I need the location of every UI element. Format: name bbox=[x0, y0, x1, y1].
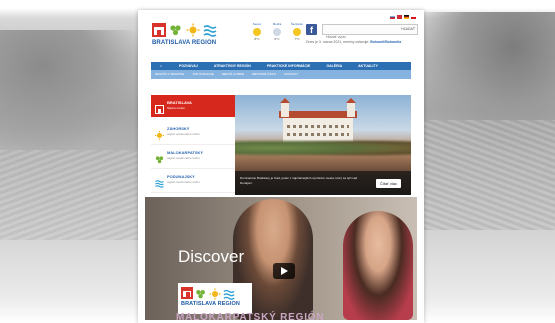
sun-icon bbox=[209, 287, 221, 300]
background-vineyard-left bbox=[0, 150, 145, 240]
castle-icon bbox=[152, 23, 166, 37]
weather-temp: 8°C bbox=[274, 37, 280, 41]
nav-item-aktuality[interactable]: AKTUALITY bbox=[350, 62, 386, 70]
subnav-item[interactable]: MESTSKÉ ČASTI bbox=[248, 70, 280, 79]
logo-icons bbox=[181, 287, 249, 300]
wave-icon bbox=[203, 23, 217, 37]
wave-icon bbox=[223, 287, 235, 300]
search-button[interactable]: HĽADAŤ bbox=[401, 27, 415, 31]
home-icon[interactable]: ⌂ bbox=[151, 62, 171, 70]
sun-icon bbox=[186, 23, 200, 37]
weather-city: Šenkvice bbox=[290, 22, 304, 26]
sidebar-item-title: ZÁHORSKÝ bbox=[167, 126, 190, 131]
video-person-woman bbox=[343, 211, 413, 320]
sun-icon bbox=[155, 127, 164, 140]
weather-temp: 8°C bbox=[254, 37, 260, 41]
background-hill-left bbox=[0, 30, 140, 150]
nav-item-prakticke-informacie[interactable]: PRAKTICKÉ INFORMÁCIE bbox=[259, 62, 319, 70]
sidebar-item-subtitle: región cestovného ruchu bbox=[167, 180, 200, 184]
logo-icons bbox=[152, 23, 222, 37]
subnav-item[interactable]: TOP ATRAKCIE bbox=[188, 70, 218, 79]
nav-item-atraktivny-region[interactable]: ATRAKTÍVNY REGIÓN bbox=[206, 62, 259, 70]
subnav-item[interactable]: REGIÓN V SKRATKE bbox=[151, 70, 188, 79]
hero-caption-bar: Dominantou Bratislavy je hrad, jeden z n… bbox=[235, 171, 411, 195]
sidebar-item-subtitle: hlavné mesto bbox=[167, 106, 185, 110]
video-logo: BRATISLAVA REGION bbox=[178, 283, 252, 314]
background-vineyard-right bbox=[415, 120, 555, 230]
sidebar-item-title: MALOKARPATSKÝ bbox=[167, 150, 204, 155]
german-flag-icon[interactable] bbox=[404, 15, 409, 19]
main-navigation: ⌂ POZNÁVAJ ATRAKTÍVNY REGIÓN PRAKTICKÉ I… bbox=[151, 62, 411, 70]
region-heading: MALOKARPATSKÝ REGIÓN bbox=[176, 312, 325, 323]
date-text: Dnes je 3. marca 2021, meniny oslavuje: bbox=[306, 40, 370, 44]
sidebar-item-podunajsky[interactable]: PODUNAJSKÝ región cestovného ruchu bbox=[151, 169, 236, 193]
site-logo[interactable]: BRATISLAVA REGION bbox=[152, 23, 222, 46]
english-flag-icon[interactable] bbox=[397, 15, 402, 19]
language-flags bbox=[390, 15, 416, 19]
castle-tower bbox=[280, 98, 290, 117]
promo-video[interactable]: Discover BRATISLAVA REGION bbox=[145, 197, 417, 320]
play-icon[interactable] bbox=[273, 263, 295, 279]
nameday-link[interactable]: Bohumil/Bohumila bbox=[370, 40, 401, 44]
video-title: Discover bbox=[178, 247, 245, 266]
video-logo-text: BRATISLAVA REGION bbox=[181, 301, 240, 307]
sub-navigation: REGIÓN V SKRATKE TOP ATRAKCIE MESTÁ A OB… bbox=[151, 70, 411, 79]
sidebar-item-subtitle: región cestovného ruchu bbox=[167, 156, 200, 160]
grape-icon bbox=[169, 23, 183, 37]
facebook-icon[interactable]: f bbox=[306, 24, 317, 35]
weather-widget: Senec 8°C Modra 8°C Šenkvice 7°C bbox=[250, 22, 304, 41]
cloud-icon bbox=[273, 28, 281, 36]
website-page: BRATISLAVA REGION Senec 8°C Modra 8°C Še… bbox=[138, 10, 424, 323]
wave-icon bbox=[155, 175, 164, 188]
sidebar-item-subtitle: región cestovného ruchu bbox=[167, 132, 200, 136]
castle-windows bbox=[287, 133, 349, 136]
site-header: BRATISLAVA REGION Senec 8°C Modra 8°C Še… bbox=[138, 10, 424, 60]
castle-windows bbox=[287, 125, 349, 128]
castle-icon bbox=[155, 101, 164, 114]
region-sidebar: BRATISLAVA hlavné mesto ZÁHORSKÝ región … bbox=[151, 95, 243, 193]
castle-icon bbox=[181, 287, 193, 299]
subnav-item[interactable]: MESTÁ A OBCE bbox=[218, 70, 248, 79]
weather-item: Senec 8°C bbox=[250, 22, 264, 41]
sidebar-item-title: BRATISLAVA bbox=[167, 100, 192, 105]
weather-item: Šenkvice 7°C bbox=[290, 22, 304, 41]
logo-text: BRATISLAVA REGION bbox=[152, 40, 217, 46]
search-box: HĽADAŤ bbox=[322, 24, 418, 42]
weather-temp: 7°C bbox=[294, 37, 300, 41]
weather-city: Senec bbox=[252, 22, 262, 26]
sun-icon bbox=[293, 28, 301, 36]
polish-flag-icon[interactable] bbox=[411, 15, 416, 19]
grape-icon bbox=[155, 151, 164, 164]
read-more-button[interactable]: Čítať viac bbox=[375, 179, 401, 188]
hero-caption-text: Dominantou Bratislavy je hrad, jeden z n… bbox=[240, 176, 358, 185]
subnav-item[interactable]: KONTAKT bbox=[280, 70, 302, 79]
sidebar-item-title: PODUNAJSKÝ bbox=[167, 174, 195, 179]
autumn-trees bbox=[235, 139, 411, 157]
weather-item: Modra 8°C bbox=[270, 22, 284, 41]
sidebar-item-malokarpatsky[interactable]: MALOKARPATSKÝ región cestovného ruchu bbox=[151, 145, 236, 169]
grape-icon bbox=[195, 287, 207, 299]
date-nameday-line: Dnes je 3. marca 2021, meniny oslavuje: … bbox=[306, 40, 401, 44]
sun-icon bbox=[253, 28, 261, 36]
nav-item-galeria[interactable]: GALÉRIA bbox=[318, 62, 350, 70]
weather-city: Modra bbox=[272, 22, 282, 26]
castle-tower bbox=[346, 98, 356, 117]
sidebar-item-zahorsky[interactable]: ZÁHORSKÝ región cestovného ruchu bbox=[151, 121, 236, 145]
sidebar-item-bratislava[interactable]: BRATISLAVA hlavné mesto bbox=[151, 95, 243, 117]
nav-item-poznavaj[interactable]: POZNÁVAJ bbox=[171, 62, 206, 70]
hero-banner[interactable]: Dominantou Bratislavy je hrad, jeden z n… bbox=[235, 95, 411, 195]
slovak-flag-icon[interactable] bbox=[390, 15, 395, 19]
